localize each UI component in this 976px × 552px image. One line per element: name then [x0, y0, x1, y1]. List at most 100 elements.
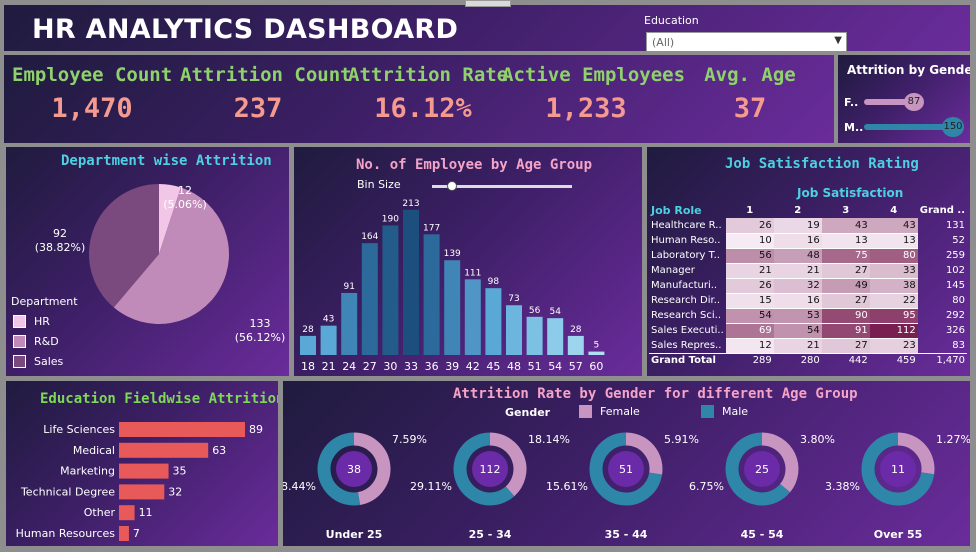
age-bar[interactable] [485, 288, 502, 355]
dashboard-title: HR ANALYTICS DASHBOARD [32, 14, 459, 45]
grand-total-row: Grand Total 289 280 442 459 1,470 [649, 353, 968, 368]
table-row[interactable]: Manager 21 21 27 33 102 [649, 263, 967, 279]
kpi-value: 37 [733, 93, 767, 124]
donut-label-male: 29.11% [410, 480, 452, 493]
legend-swatch [13, 355, 26, 368]
heatmap-cell[interactable]: 10 [725, 233, 774, 249]
bar-data-label: 73 [508, 294, 519, 304]
heatmap-cell[interactable]: 95 [869, 308, 918, 324]
heatmap-cell[interactable]: 13 [869, 233, 918, 249]
age-bar[interactable] [506, 305, 522, 355]
heatmap-cell[interactable]: 21 [773, 263, 822, 279]
table-row[interactable]: Sales Repres.. 12 21 27 23 83 [649, 338, 967, 354]
heatmap-cell[interactable]: 69 [725, 323, 774, 339]
attrition-donut-charts: 38 7.59% 8.44% Under 25 112 18.14% 29.11% 25 - … [283, 432, 970, 541]
table-row[interactable]: Research Dir.. 15 16 27 22 80 [649, 293, 967, 309]
column-header: 3 [842, 205, 850, 216]
age-bar[interactable] [300, 335, 316, 355]
heatmap-cell[interactable]: 21 [773, 338, 822, 354]
age-bar[interactable] [341, 292, 358, 355]
table-row[interactable]: Laboratory T.. 56 48 75 80 259 [649, 248, 967, 264]
heatmap-cell[interactable]: 54 [773, 323, 822, 339]
heatmap-cell[interactable]: 112 [869, 323, 918, 339]
age-bar[interactable] [403, 209, 419, 355]
age-bar[interactable] [423, 234, 440, 355]
age-bar[interactable] [567, 335, 584, 355]
heatmap-cell[interactable]: 75 [821, 248, 870, 264]
bar-data-label: 32 [168, 485, 182, 498]
table-row[interactable]: Healthcare R.. 26 19 43 43 131 [649, 218, 967, 234]
heatmap-cell[interactable]: 43 [821, 218, 870, 234]
education-bar[interactable] [119, 422, 245, 437]
education-bar[interactable] [119, 505, 135, 521]
kpi-avg-age: Avg. Age 37 [694, 55, 806, 143]
heatmap-cell[interactable]: 26 [725, 278, 774, 294]
age-bar[interactable] [464, 279, 481, 355]
heatmap-cell[interactable]: 16 [773, 293, 822, 309]
heatmap-cell[interactable]: 53 [773, 308, 822, 324]
bar-data-label: 139 [444, 249, 461, 259]
table-row[interactable]: Sales Executi.. 69 54 91 112 326 [649, 323, 967, 339]
bar-data-label: 7 [133, 527, 140, 540]
y-tick-label: Technical Degree [20, 485, 115, 498]
heatmap-cell[interactable]: 32 [773, 278, 822, 294]
heatmap-cell[interactable]: 49 [821, 278, 870, 294]
table-row[interactable]: Manufacturi.. 26 32 49 38 145 [649, 278, 967, 294]
heatmap-cell[interactable]: 23 [869, 338, 918, 354]
legend-item-sales[interactable]: Sales [13, 355, 63, 368]
gender-bar-male[interactable] [864, 124, 954, 130]
heatmap-cell[interactable]: 90 [821, 308, 870, 324]
heatmap-cell[interactable]: 19 [773, 218, 822, 234]
education-bar[interactable] [119, 526, 129, 541]
drag-handle[interactable] [465, 0, 511, 7]
legend-item-hr[interactable]: HR [13, 315, 50, 328]
column-header: 1 [746, 205, 754, 216]
age-bar[interactable] [588, 351, 605, 355]
heatmap-cell[interactable]: 21 [725, 263, 774, 279]
table-row[interactable]: Research Sci.. 54 53 90 95 292 [649, 308, 967, 324]
age-bar[interactable] [547, 318, 564, 355]
legend-label: R&D [34, 335, 59, 348]
x-tick-label: 48 [507, 360, 521, 373]
job-role-cell: Laboratory T.. [651, 250, 720, 261]
heatmap-cell[interactable]: 38 [869, 278, 918, 294]
age-bar[interactable] [320, 325, 337, 355]
education-filter-select[interactable]: (All) ▼ [646, 32, 847, 51]
legend-item-rd[interactable]: R&D [13, 335, 59, 348]
age-bar[interactable] [361, 243, 378, 355]
age-bar[interactable] [382, 225, 399, 355]
legend-label: HR [34, 315, 50, 328]
age-bar[interactable] [444, 260, 461, 355]
legend-swatch [13, 315, 26, 328]
row-total-cell: 145 [945, 280, 966, 291]
age-bar[interactable] [526, 316, 543, 355]
kpi-employee-count: Employee Count 1,470 [12, 55, 172, 143]
heatmap-cell[interactable]: 13 [821, 233, 870, 249]
education-bar[interactable] [119, 484, 165, 500]
heatmap-cell[interactable]: 26 [725, 218, 774, 234]
heatmap-cell[interactable]: 15 [725, 293, 774, 309]
age-group-label: 35 - 44 [605, 528, 648, 541]
heatmap-cell[interactable]: 16 [773, 233, 822, 249]
education-bar[interactable] [119, 463, 169, 479]
kpi-attrition-rate: Attrition Rate 16.12% [348, 55, 508, 143]
donut-label-male: 15.61% [546, 480, 588, 493]
bar-data-label: 43 [323, 315, 334, 325]
education-bar[interactable] [119, 442, 209, 458]
column-header: Job Role [651, 204, 702, 217]
kpi-label: Employee Count [12, 64, 173, 86]
heatmap-cell[interactable]: 56 [725, 248, 774, 264]
table-row[interactable]: Human Reso.. 10 16 13 13 52 [649, 233, 967, 249]
heatmap-cell[interactable]: 12 [725, 338, 774, 354]
heatmap-cell[interactable]: 54 [725, 308, 774, 324]
chevron-down-icon[interactable]: ▼ [834, 35, 842, 46]
heatmap-cell[interactable]: 22 [869, 293, 918, 309]
heatmap-cell[interactable]: 43 [869, 218, 918, 234]
heatmap-cell[interactable]: 80 [869, 248, 918, 264]
heatmap-cell[interactable]: 27 [821, 338, 870, 354]
heatmap-cell[interactable]: 48 [773, 248, 822, 264]
heatmap-cell[interactable]: 33 [869, 263, 918, 279]
heatmap-cell[interactable]: 27 [821, 263, 870, 279]
heatmap-cell[interactable]: 91 [821, 323, 870, 339]
heatmap-cell[interactable]: 27 [821, 293, 870, 309]
